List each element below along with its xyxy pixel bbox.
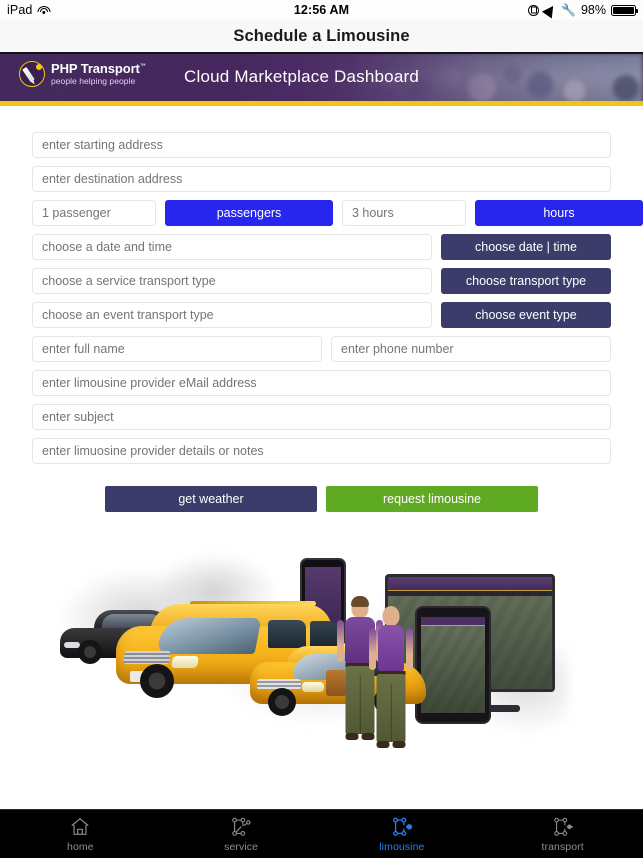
date-time-row: choose date | time [32, 234, 611, 260]
event-transport-input[interactable] [32, 302, 432, 328]
location-arrow-icon [541, 2, 559, 18]
tab-limousine-label: limousine [379, 841, 425, 853]
app-banner: PHP Transport™ people helping people Clo… [0, 53, 643, 106]
tab-home[interactable]: home [0, 810, 161, 858]
battery-percent: 98% [580, 3, 606, 17]
tab-service-label: service [224, 841, 259, 853]
hours-input[interactable] [342, 200, 466, 226]
service-transport-input[interactable] [32, 268, 432, 294]
choose-transport-type-button[interactable]: choose transport type [441, 268, 611, 294]
form-actions: get weather request limousine [32, 486, 611, 512]
choose-date-time-button[interactable]: choose date | time [441, 234, 611, 260]
battery-icon [611, 4, 639, 16]
rotation-lock-icon [528, 4, 540, 16]
hours-button[interactable]: hours [475, 200, 643, 226]
full-name-input[interactable] [32, 336, 322, 362]
date-time-input[interactable] [32, 234, 432, 260]
passengers-button[interactable]: passengers [165, 200, 333, 226]
subject-input[interactable] [32, 404, 611, 430]
request-limousine-button[interactable]: request limousine [326, 486, 538, 512]
tab-transport-label: transport [541, 841, 584, 853]
limousine-network-icon [389, 815, 415, 839]
banner-title: Cloud Marketplace Dashboard [183, 67, 420, 86]
service-network-icon [228, 815, 254, 839]
navigation-bar: Schedule a Limousine [0, 20, 643, 53]
status-bar-right: 🔧 98% [528, 2, 639, 18]
tab-transport[interactable]: transport [482, 810, 643, 858]
starting-address-row [32, 132, 611, 158]
home-icon [67, 815, 93, 839]
subject-row [32, 404, 611, 430]
provider-notes-input[interactable] [32, 438, 611, 464]
woman-figure-graphic [369, 603, 413, 752]
event-transport-row: choose event type [32, 302, 611, 328]
bluetooth-icon: 🔧 [561, 3, 576, 17]
name-phone-row [32, 336, 611, 362]
page-title: Schedule a Limousine [233, 26, 410, 45]
ios-status-bar: iPad 12:56 AM 🔧 98% [0, 0, 643, 20]
service-transport-row: choose transport type [32, 268, 611, 294]
passengers-input[interactable] [32, 200, 156, 226]
provider-email-input[interactable] [32, 370, 611, 396]
email-row [32, 370, 611, 396]
passengers-hours-row: passengers hours [32, 200, 643, 226]
hero-illustration [0, 526, 643, 786]
banner-gold-rule [0, 101, 643, 106]
tab-home-label: home [67, 841, 94, 853]
phone-number-input[interactable] [331, 336, 611, 362]
limousine-request-form: passengers hours choose date | time choo… [0, 106, 643, 512]
destination-address-input[interactable] [32, 166, 611, 192]
get-weather-button[interactable]: get weather [105, 486, 317, 512]
bottom-tab-bar: home service limousine transport [0, 809, 643, 858]
starting-address-input[interactable] [32, 132, 611, 158]
notes-row [32, 438, 611, 464]
choose-event-type-button[interactable]: choose event type [441, 302, 611, 328]
destination-address-row [32, 166, 611, 192]
transport-network-icon [550, 815, 576, 839]
tab-limousine[interactable]: limousine [322, 810, 483, 858]
tab-service[interactable]: service [161, 810, 322, 858]
